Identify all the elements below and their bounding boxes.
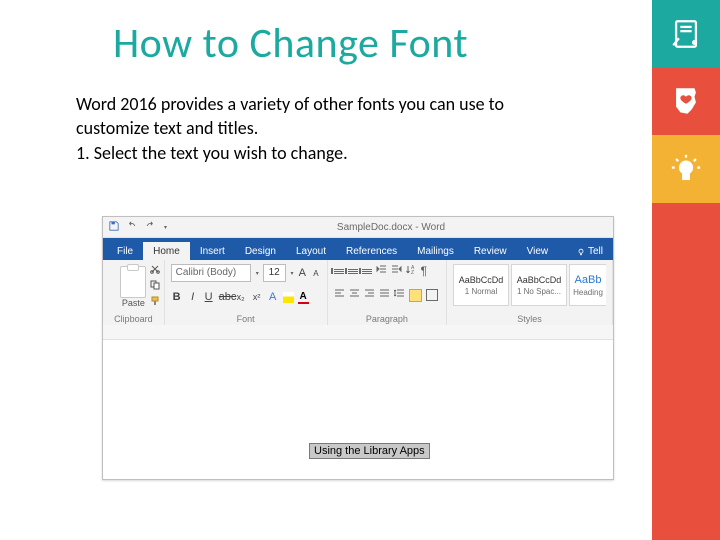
clipboard-icon — [120, 266, 146, 298]
increase-indent-button[interactable] — [391, 264, 402, 278]
multilevel-list-button[interactable] — [362, 269, 372, 274]
group-clipboard: Paste Clipboard — [103, 260, 165, 326]
line-spacing-button[interactable] — [394, 288, 405, 302]
tab-layout[interactable]: Layout — [286, 242, 336, 260]
document-area[interactable]: Using the Library Apps — [103, 325, 613, 479]
undo-icon[interactable] — [127, 221, 137, 234]
save-icon[interactable] — [109, 221, 119, 234]
selected-text[interactable]: Using the Library Apps — [309, 443, 430, 459]
tab-design[interactable]: Design — [235, 242, 286, 260]
tab-mailings[interactable]: Mailings — [407, 242, 464, 260]
italic-button[interactable]: I — [187, 291, 199, 303]
bold-button[interactable]: B — [171, 291, 183, 303]
tab-tell-me[interactable]: Tell — [567, 242, 613, 260]
slide-body-line2: 1. Select the text you wish to change. — [76, 141, 506, 165]
text-effects-button[interactable]: A — [267, 291, 279, 303]
format-painter-icon[interactable] — [150, 296, 160, 309]
style-normal[interactable]: AaBbCcDd 1 Normal — [453, 264, 509, 306]
align-right-button[interactable] — [364, 288, 375, 302]
group-font-label: Font — [171, 314, 321, 324]
subscript-button[interactable]: x₂ — [235, 292, 247, 302]
borders-button[interactable] — [426, 289, 438, 301]
numbering-button[interactable] — [348, 269, 358, 274]
qat-more-icon[interactable]: ▾ — [164, 224, 167, 231]
shrink-font-button[interactable]: A — [311, 269, 321, 278]
group-clipboard-label: Clipboard — [109, 314, 158, 324]
side-bar-fill — [652, 338, 720, 406]
slide-title: How to Change Font — [113, 18, 468, 69]
slide-body: Word 2016 provides a variety of other fo… — [76, 92, 506, 165]
show-hide-marks-button[interactable]: ¶ — [421, 264, 427, 278]
side-icon-bulb — [652, 135, 720, 203]
bullets-button[interactable] — [334, 269, 344, 274]
decrease-indent-button[interactable] — [376, 264, 387, 278]
redo-icon[interactable] — [145, 221, 155, 234]
tab-view[interactable]: View — [517, 242, 559, 260]
side-bar-fill — [652, 203, 720, 271]
strikethrough-button[interactable]: abc — [219, 291, 231, 303]
group-styles-label: Styles — [453, 314, 606, 324]
horizontal-ruler — [103, 325, 613, 340]
justify-button[interactable] — [379, 288, 390, 302]
tab-home[interactable]: Home — [143, 242, 190, 260]
slide-side-bar — [652, 0, 720, 540]
quick-access-toolbar: ▾ SampleDoc.docx - Word — [103, 217, 613, 238]
group-font: Calibri (Body) ▾ 12 ▾ A A B I U abc x₂ x… — [165, 260, 328, 326]
ribbon: Paste Clipboard Calibri (Body) ▾ 12 ▾ A … — [103, 260, 613, 327]
tab-references[interactable]: References — [336, 242, 407, 260]
underline-button[interactable]: U — [203, 291, 215, 303]
side-bar-fill — [652, 473, 720, 540]
svg-text:Z: Z — [411, 270, 414, 275]
side-icon-tablet — [652, 0, 720, 68]
tab-file[interactable]: File — [107, 242, 143, 260]
group-styles: AaBbCcDd 1 Normal AaBbCcDd 1 No Spac... … — [447, 260, 613, 326]
tab-review[interactable]: Review — [464, 242, 517, 260]
tab-insert[interactable]: Insert — [190, 242, 235, 260]
tab-tell-label: Tell — [588, 246, 603, 257]
chevron-down-icon[interactable]: ▾ — [291, 270, 294, 277]
superscript-button[interactable]: x² — [251, 292, 263, 302]
font-color-button[interactable]: A — [298, 292, 309, 303]
align-center-button[interactable] — [349, 288, 360, 302]
copy-icon[interactable] — [150, 280, 160, 293]
align-left-button[interactable] — [334, 288, 345, 302]
side-bar-fill — [652, 270, 720, 338]
highlight-color-button[interactable] — [283, 292, 294, 303]
group-paragraph: AZ ¶ Paragraph — [328, 260, 447, 326]
font-size-select[interactable]: 12 — [263, 264, 286, 282]
font-name-select[interactable]: Calibri (Body) — [171, 264, 251, 282]
ribbon-tabs: File Home Insert Design Layout Reference… — [103, 238, 613, 260]
slide-body-line1: Word 2016 provides a variety of other fo… — [76, 92, 506, 141]
grow-font-button[interactable]: A — [298, 267, 308, 279]
side-icon-ohio-heart — [652, 68, 720, 136]
style-heading[interactable]: AaBb Heading — [569, 264, 606, 306]
shading-button[interactable] — [409, 289, 422, 302]
sort-button[interactable]: AZ — [406, 264, 417, 278]
word-window: ▾ SampleDoc.docx - Word File Home Insert… — [102, 216, 614, 480]
chevron-down-icon[interactable]: ▾ — [256, 270, 259, 277]
cut-icon[interactable] — [150, 264, 160, 277]
style-no-spacing[interactable]: AaBbCcDd 1 No Spac... — [511, 264, 567, 306]
group-paragraph-label: Paragraph — [334, 314, 440, 324]
window-title: SampleDoc.docx - Word — [175, 222, 607, 233]
side-bar-fill — [652, 405, 720, 473]
